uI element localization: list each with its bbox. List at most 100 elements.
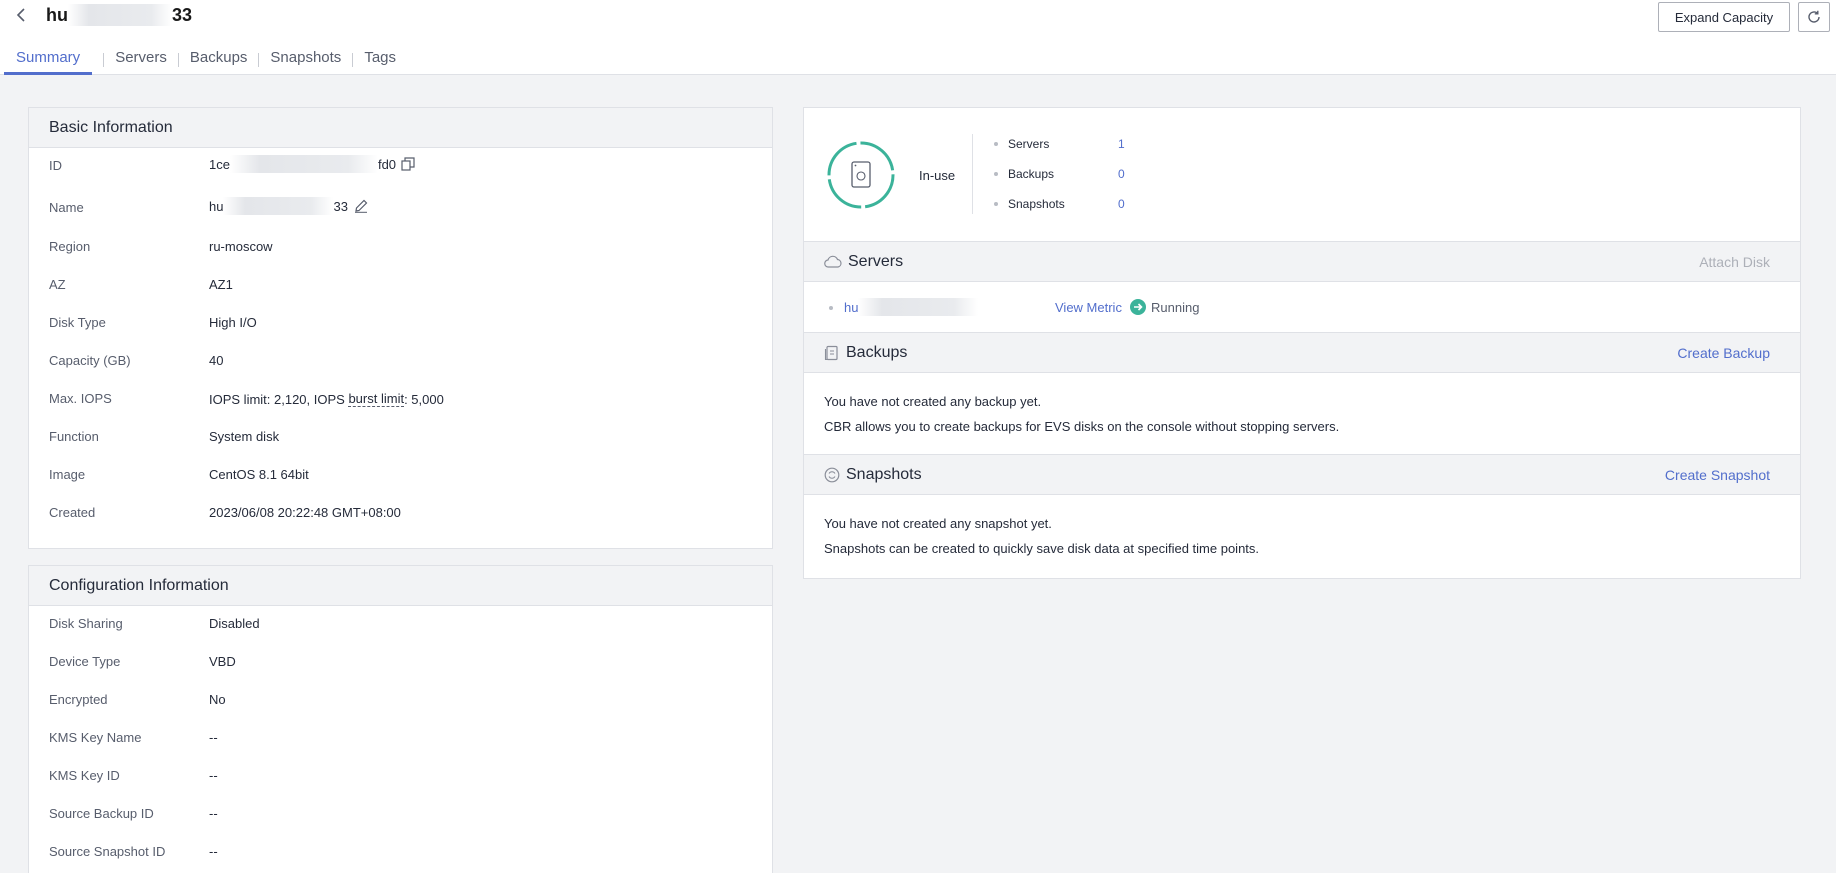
row-label: Source Snapshot ID	[49, 844, 166, 859]
snapshots-empty-state: You have not created any snapshot yet. S…	[804, 495, 1800, 578]
servers-section-header: Servers Attach Disk	[804, 242, 1800, 282]
tab-divider	[103, 53, 105, 67]
tab-summary[interactable]: Summary	[4, 44, 93, 75]
backups-hint: CBR allows you to create backups for EVS…	[824, 419, 1340, 434]
section-title: Backups	[846, 343, 908, 361]
masked-region	[68, 4, 172, 26]
edit-icon[interactable]	[354, 199, 368, 213]
back-arrow-icon[interactable]	[10, 4, 32, 26]
panel-title: Configuration Information	[29, 566, 772, 606]
row-max-iops: Max. IOPS IOPS limit: 2,120, IOPS burst …	[29, 381, 772, 419]
row-encrypted: Encrypted No	[29, 682, 772, 720]
row-value: No	[209, 692, 226, 707]
row-device-type: Device Type VBD	[29, 644, 772, 682]
burst-limit-value: : 5,000	[404, 391, 444, 407]
tab-snapshots[interactable]: Snapshots	[270, 44, 341, 75]
disk-status-label: In-use	[919, 168, 956, 183]
row-az: AZ AZ1	[29, 267, 772, 305]
row-capacity: Capacity (GB) 40	[29, 343, 772, 381]
stat-servers: Servers 1	[994, 137, 1125, 151]
status-summary: In-use Servers 1 Backups 0 Snapshots 0	[804, 108, 1800, 242]
backup-icon	[824, 345, 840, 361]
row-label: Image	[49, 467, 86, 482]
tab-divider	[258, 53, 260, 67]
row-label: Source Backup ID	[49, 806, 154, 821]
row-label: Encrypted	[49, 692, 108, 707]
create-backup-button[interactable]: Create Backup	[1677, 345, 1770, 361]
row-disk-type: Disk Type High I/O	[29, 305, 772, 343]
row-value: VBD	[209, 654, 236, 669]
snapshot-icon	[824, 467, 840, 483]
stat-snapshots-count[interactable]: 0	[1118, 197, 1125, 211]
burst-limit-tooltip-trigger[interactable]: burst limit	[348, 391, 405, 407]
section-title: Servers	[848, 252, 904, 270]
bullet	[829, 306, 833, 310]
row-value: CentOS 8.1 64bit	[209, 467, 309, 482]
backups-empty-state: You have not created any backup yet. CBR…	[804, 373, 1800, 455]
refresh-icon	[1808, 10, 1820, 23]
server-status: Running	[1130, 299, 1199, 315]
snapshots-hint: Snapshots can be created to quickly save…	[824, 541, 1260, 556]
row-name: Name hu 33	[29, 186, 772, 229]
row-label: Capacity (GB)	[49, 353, 131, 368]
row-value: --	[209, 806, 218, 821]
copy-icon[interactable]	[401, 157, 415, 171]
snapshots-section-header: Snapshots Create Snapshot	[804, 455, 1800, 495]
tab-backups[interactable]: Backups	[190, 44, 248, 75]
stat-servers-count[interactable]: 1	[1118, 137, 1125, 151]
row-label: Disk Type	[49, 315, 106, 330]
tab-bar: Summary Servers Backups Snapshots Tags	[4, 44, 396, 75]
row-image: Image CentOS 8.1 64bit	[29, 457, 772, 495]
configuration-information-panel: Configuration Information Disk Sharing D…	[28, 565, 773, 873]
id-suffix: fd0	[377, 156, 397, 172]
expand-capacity-button[interactable]: Expand Capacity	[1658, 2, 1790, 32]
disk-overview-panel: In-use Servers 1 Backups 0 Snapshots 0 S…	[803, 107, 1801, 579]
row-disk-sharing: Disk Sharing Disabled	[29, 606, 772, 644]
row-value: System disk	[209, 429, 280, 444]
row-label: KMS Key ID	[49, 768, 120, 783]
section-title: Snapshots	[846, 465, 922, 483]
server-row: hu View Metric Running	[804, 282, 1800, 333]
disk-status-ring-icon	[827, 141, 895, 209]
backups-section-header: Backups Create Backup	[804, 333, 1800, 373]
row-value: --	[209, 768, 218, 783]
snapshots-empty-message: You have not created any snapshot yet.	[824, 516, 1052, 531]
page-title-prefix: hu	[46, 4, 68, 25]
refresh-button[interactable]	[1798, 2, 1830, 32]
backups-empty-message: You have not created any backup yet.	[824, 394, 1042, 409]
row-value: hu 33	[209, 197, 368, 215]
row-value: 2023/06/08 20:22:48 GMT+08:00	[209, 505, 401, 520]
masked-region	[858, 298, 979, 316]
row-kms-key-id: KMS Key ID --	[29, 758, 772, 796]
row-region: Region ru-moscow	[29, 229, 772, 267]
stat-backups-count[interactable]: 0	[1118, 167, 1125, 181]
row-label: Max. IOPS	[49, 391, 112, 406]
row-value: ru-moscow	[209, 239, 273, 254]
row-value: AZ1	[209, 277, 233, 292]
row-label: Disk Sharing	[49, 616, 123, 631]
attach-disk-button[interactable]: Attach Disk	[1699, 254, 1770, 270]
tab-divider	[177, 53, 179, 67]
row-id: ID 1ce fd0	[29, 148, 772, 186]
tab-servers[interactable]: Servers	[115, 44, 167, 75]
row-value: --	[209, 844, 218, 859]
panel-title: Basic Information	[29, 108, 772, 148]
view-metric-link[interactable]: View Metric	[1055, 300, 1122, 315]
row-value: High I/O	[209, 315, 257, 330]
tab-tags[interactable]: Tags	[364, 44, 396, 75]
create-snapshot-button[interactable]: Create Snapshot	[1665, 467, 1770, 483]
row-label: Device Type	[49, 654, 121, 669]
stat-backups: Backups 0	[994, 167, 1125, 181]
row-label: Region	[49, 239, 91, 254]
stat-label: Snapshots	[1008, 197, 1065, 211]
row-source-snapshot-id: Source Snapshot ID --	[29, 834, 772, 872]
server-link[interactable]: hu	[844, 298, 979, 316]
row-label: KMS Key Name	[49, 730, 142, 745]
row-value: --	[209, 730, 218, 745]
top-bar: hu 33 Expand Capacity Summary Servers Ba…	[0, 0, 1836, 75]
row-label: ID	[49, 158, 62, 173]
server-status-label: Running	[1151, 299, 1200, 315]
row-value: 40	[209, 353, 224, 368]
row-label: Function	[49, 429, 99, 444]
bullet	[994, 172, 998, 176]
